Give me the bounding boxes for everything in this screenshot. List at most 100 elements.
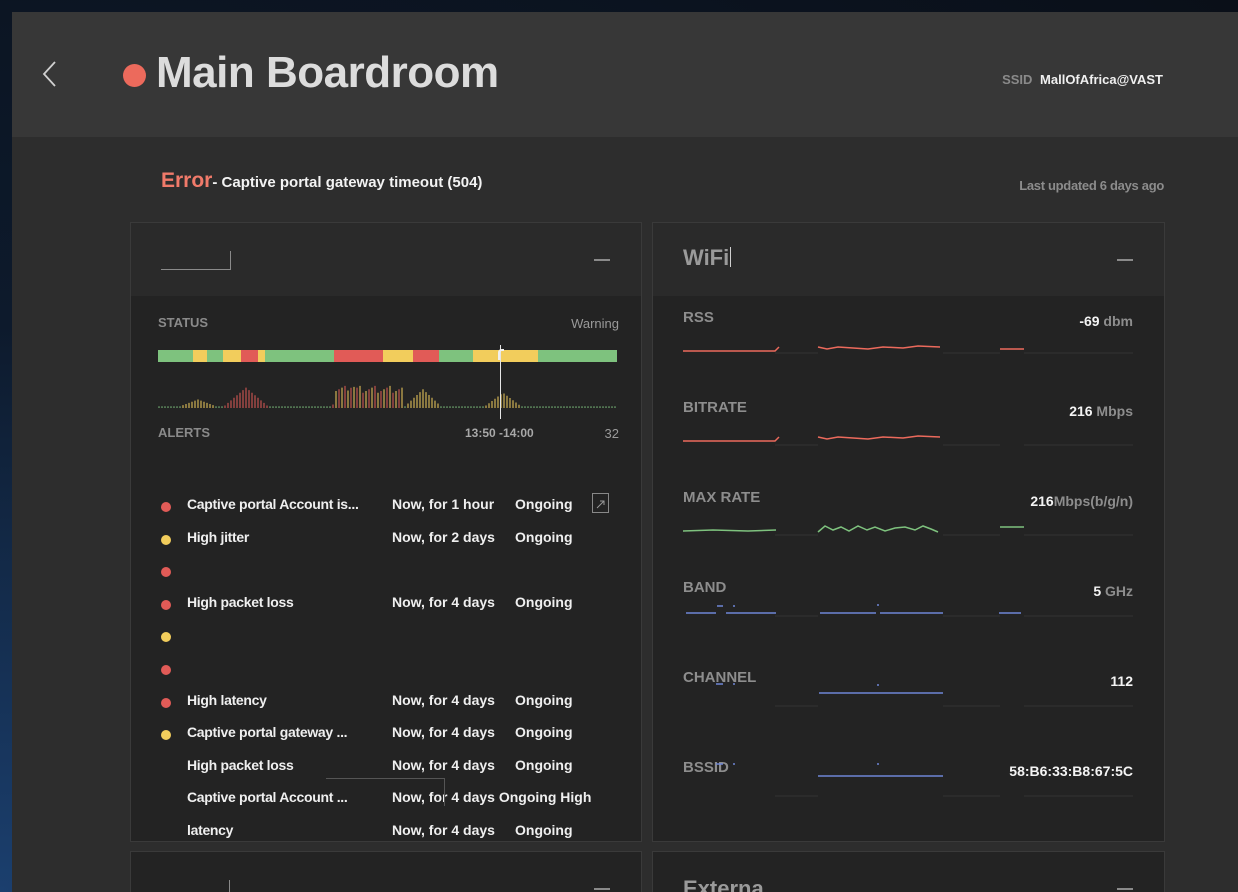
hover-outline [326,778,445,806]
alert-duration: Now, for 1 hour [392,496,495,512]
status-card: STATUS Warning ALERTS 13:50 -14:00 32 Ca… [130,222,642,842]
status-value: Warning [571,316,619,331]
alert-row[interactable]: Captive portal Account is... Now, for 1 h… [161,493,621,526]
alert-duration: Now, for 2 days [392,528,495,545]
metric-sparkline[interactable] [653,476,1165,556]
wifi-minimize-button[interactable] [1117,259,1133,261]
alert-row[interactable] [161,623,621,656]
sparkline-series [683,435,941,442]
alert-name: High packet loss [187,756,294,773]
external-card-title: Externa [683,876,764,892]
metric-sparkline[interactable] [653,566,1165,646]
alert-name: High jitter [187,528,250,545]
status-segment-error[interactable] [413,350,439,362]
alert-state: Ongoing [515,691,573,708]
alert-row[interactable]: latency Now, for 4 days Ongoing [161,819,621,841]
bottom-left-card [130,851,642,892]
external-minimize-button[interactable] [1117,888,1133,890]
alert-duration: Now, for 4 days [392,756,495,773]
wifi-card: WiFi RSS -69 dbm BITRATE 216 Mbps MAX RATE 21… [652,222,1165,842]
status-segment-ok[interactable] [438,350,474,362]
status-segment-warn[interactable] [222,350,242,362]
sparkline-series [682,525,1024,533]
external-card: Externa [652,851,1165,892]
page-title: Main Boardroom [156,48,499,97]
severity-dot [161,697,171,708]
error-label: Error [161,169,213,192]
alert-name: High latency [187,691,267,708]
last-updated: Last updated 6 days ago [1019,178,1164,193]
alert-name: High packet loss [187,593,294,610]
alert-activity-graph[interactable] [158,373,617,409]
severity-dot [161,567,171,578]
severity-dot [161,664,171,675]
status-segment-warn[interactable] [382,350,414,362]
alert-name: Captive portal Account is... [187,496,359,512]
alert-name: Captive portal gateway ... [187,724,348,741]
wifi-title-text: WiFi [683,245,730,270]
bottom-left-minimize-button[interactable] [594,888,610,890]
severity-dot [161,730,171,741]
alerts-label: ALERTS [158,425,210,440]
alert-state: Ongoing [515,528,573,545]
status-segment-error[interactable] [334,350,383,362]
sparkline-series [686,604,1021,614]
alert-duration: Now, for 4 days [392,821,495,838]
app-window: Main Boardroom SSID MallOfAfrica@VAST Er… [12,12,1238,892]
alert-state: Ongoing [515,496,573,512]
sparkline-series [683,345,1024,352]
room-status-dot [123,64,146,87]
wifi-card-title: WiFi [683,245,732,271]
alerts-time-range: 13:50 -14:00 [465,426,534,440]
status-segment-ok[interactable] [158,350,193,362]
sparkline-series [716,683,943,694]
alert-row[interactable]: Captive portal gateway ... Now, for 4 day… [161,721,621,754]
alert-state: Ongoing [515,821,573,838]
metric-sparkline[interactable] [653,296,1165,376]
alert-row[interactable]: High jitter Now, for 2 days Ongoing [161,526,621,559]
back-button[interactable] [38,59,64,89]
card-title-placeholder [161,251,231,270]
timeline-cursor-lower [500,377,501,419]
text-caret [730,247,732,267]
page-header: Main Boardroom SSID MallOfAfrica@VAST [12,12,1238,137]
severity-dot [161,599,171,610]
alert-state: Ongoing [515,756,573,773]
minimize-button[interactable] [594,259,610,261]
alert-row[interactable]: High latency Now, for 4 days Ongoing [161,689,621,722]
alert-state: Ongoing [515,593,573,610]
status-segment-warn[interactable] [192,350,207,362]
alert-state: Ongoing [515,724,573,741]
status-timeline-bar[interactable] [158,350,617,362]
metric-sparkline[interactable] [653,746,1165,826]
sparkline-series [716,763,943,777]
status-label: STATUS [158,315,209,330]
metric-sparkline[interactable] [653,386,1165,466]
alert-duration: Now, for 4 days [392,724,495,741]
wifi-card-header: WiFi [653,223,1164,296]
status-card-header [131,223,641,296]
severity-dot [161,534,171,545]
alerts-count: 32 [604,426,619,441]
ssid-info: SSID MallOfAfrica@VAST [1002,72,1163,87]
severity-dot [161,502,171,512]
alert-name: Captive portal Account ... [187,789,348,806]
status-segment-warn[interactable] [257,350,265,362]
metric-sparkline[interactable] [653,656,1165,736]
external-link-icon[interactable] [592,493,609,513]
chevron-left-icon[interactable] [38,59,64,89]
alert-name: latency [187,821,234,838]
pointer-cursor-icon [498,349,504,360]
status-segment-ok[interactable] [264,350,335,362]
alert-duration: Now, for 4 days [392,593,495,610]
error-message: - Captive portal gateway timeout (504) [212,174,483,191]
ssid-label: SSID [1002,72,1033,87]
alert-row[interactable]: High packet loss Now, for 4 days Ongoing [161,591,621,624]
alert-row[interactable] [161,558,621,591]
ssid-value: MallOfAfrica@VAST [1040,72,1163,87]
status-segment-error[interactable] [241,350,258,362]
status-segment-ok[interactable] [538,350,617,362]
alert-row[interactable] [161,656,621,689]
error-banner: Error- Captive portal gateway timeout (5… [161,169,482,193]
status-segment-ok[interactable] [206,350,223,362]
